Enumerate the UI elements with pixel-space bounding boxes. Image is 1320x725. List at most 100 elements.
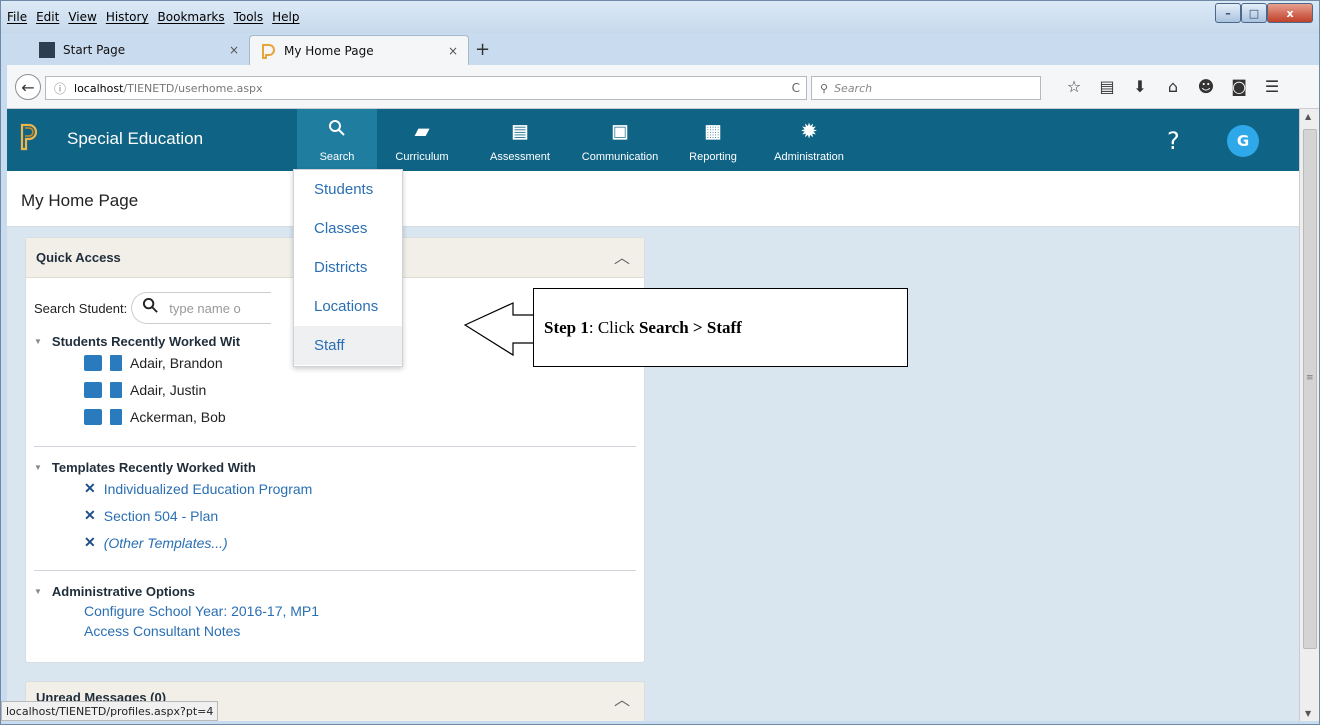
hamburger-menu-icon[interactable]: ☰ — [1263, 77, 1281, 96]
chat-icon[interactable]: ☻ — [1197, 77, 1215, 96]
reading-list-icon[interactable]: ▤ — [1098, 77, 1116, 96]
menu-item-locations[interactable]: Locations — [294, 287, 402, 326]
nav-assessment[interactable]: ▤ Assessment — [475, 109, 565, 171]
browser-search-input[interactable]: ⚲ Search — [811, 76, 1041, 100]
nav-label: Curriculum — [395, 151, 449, 163]
title-bar: File Edit View History Bookmarks Tools H… — [1, 1, 1319, 33]
menu-help[interactable]: Help — [272, 10, 299, 24]
id-card-icon[interactable] — [84, 354, 102, 371]
student-name[interactable]: Adair, Justin — [130, 382, 206, 398]
configure-school-year-link[interactable]: Configure School Year: 2016-17, MP1 — [84, 603, 638, 623]
gear-icon: ✹ — [801, 121, 817, 141]
template-link[interactable]: Individualized Education Program — [104, 481, 313, 497]
id-card-icon[interactable] — [84, 408, 102, 425]
section-title: Templates Recently Worked With — [51, 460, 256, 475]
home-icon[interactable]: ⌂ — [1164, 77, 1182, 96]
id-card-icon[interactable] — [84, 381, 102, 398]
nav-curriculum[interactable]: ▰ Curriculum — [379, 109, 465, 171]
menu-edit[interactable]: Edit — [36, 10, 59, 24]
chevron-up-icon[interactable]: ︿ — [614, 244, 630, 268]
templates-section-header[interactable]: ▼ Templates Recently Worked With — [34, 460, 638, 475]
avatar[interactable]: G — [1227, 125, 1259, 157]
search-icon — [142, 297, 159, 319]
nav-communication[interactable]: ▣ Communication — [567, 109, 673, 171]
nav-label: Search — [319, 151, 355, 163]
menu-item-districts[interactable]: Districts — [294, 248, 402, 287]
menu-item-staff[interactable]: Staff — [294, 326, 402, 365]
student-name[interactable]: Ackerman, Bob — [130, 409, 226, 425]
chevron-up-icon[interactable]: ︿ — [614, 686, 630, 710]
step-number: Step 1 — [544, 317, 589, 337]
tab-label: Start Page — [63, 43, 126, 57]
app-name[interactable]: Special Education — [67, 129, 203, 149]
status-bar: localhost/TIENETD/profiles.aspx?pt=4 — [1, 701, 219, 721]
nav-reporting[interactable]: ▦ Reporting — [681, 109, 745, 171]
admin-links: Configure School Year: 2016-17, MP1 Acce… — [84, 603, 638, 643]
menu-file[interactable]: File — [7, 10, 27, 24]
nav-label: Communication — [581, 151, 659, 163]
url-path: /TIENETD/userhome.aspx — [123, 81, 263, 95]
info-icon[interactable]: ⓘ — [54, 80, 66, 97]
annotation-arrow — [463, 302, 538, 357]
powerschool-tab-icon — [39, 42, 55, 58]
section-title: Administrative Options — [51, 584, 195, 599]
collapse-triangle-icon: ▼ — [34, 587, 42, 596]
toolbar-icons: ☆ ▤ ⬇ ⌂ ☻ ◙ ☰ — [1065, 77, 1281, 96]
collapse-triangle-icon: ▼ — [34, 337, 42, 346]
scroll-thumb[interactable] — [1303, 129, 1317, 649]
tab-label: My Home Page — [284, 43, 374, 58]
maximize-button[interactable]: □ — [1241, 3, 1267, 23]
pocket-icon[interactable]: ◙ — [1230, 77, 1248, 96]
document-icon[interactable] — [110, 381, 122, 398]
nav-label: Administration — [774, 151, 844, 163]
nav-search[interactable]: Search — [297, 109, 377, 171]
menu-item-students[interactable]: Students — [294, 170, 402, 209]
nav-label: Assessment — [490, 151, 550, 163]
menu-history[interactable]: History — [106, 10, 149, 24]
bookmark-star-icon[interactable]: ☆ — [1065, 77, 1083, 96]
scroll-up-icon[interactable]: ▲ — [1305, 112, 1311, 121]
scroll-grip-icon: ≡ — [1306, 373, 1314, 383]
menu-bookmarks[interactable]: Bookmarks — [158, 10, 225, 24]
admin-section-header[interactable]: ▼ Administrative Options — [34, 584, 638, 599]
download-icon[interactable]: ⬇ — [1131, 77, 1149, 96]
menu-view[interactable]: View — [68, 10, 96, 24]
student-search-input[interactable]: type name o — [131, 292, 272, 324]
app-header: Special Education Search ▰ Curriculum ▤ … — [7, 109, 1299, 171]
back-button[interactable]: ← — [15, 74, 41, 100]
url-field[interactable]: ⓘ localhost /TIENETD/userhome.aspx C — [45, 76, 807, 100]
tab-close-icon[interactable]: × — [229, 43, 239, 57]
tab-close-icon[interactable]: × — [448, 44, 458, 58]
list-item: Ackerman, Bob — [84, 403, 638, 430]
student-name[interactable]: Adair, Brandon — [130, 355, 223, 371]
tab-my-home-page[interactable]: My Home Page × — [249, 35, 469, 65]
page-viewport: Special Education Search ▰ Curriculum ▤ … — [7, 109, 1299, 721]
url-host: localhost — [74, 81, 124, 95]
consultant-notes-link[interactable]: Access Consultant Notes — [84, 623, 638, 643]
menu-tools[interactable]: Tools — [234, 10, 264, 24]
tools-icon: ✕ — [84, 507, 96, 523]
document-icon[interactable] — [110, 354, 122, 371]
minimize-button[interactable]: – — [1215, 3, 1241, 23]
close-window-button[interactable]: x — [1267, 3, 1313, 23]
templates-section: ▼ Templates Recently Worked With ✕ Indiv… — [34, 460, 638, 556]
message-icon: ▣ — [611, 121, 629, 141]
vertical-scrollbar[interactable]: ▲ ≡ ▼ — [1299, 109, 1319, 721]
new-tab-button[interactable]: + — [475, 39, 490, 60]
document-icon[interactable] — [110, 408, 122, 425]
scroll-down-icon[interactable]: ▼ — [1305, 709, 1311, 718]
search-placeholder: type name o — [169, 300, 241, 316]
template-link[interactable]: Section 504 - Plan — [104, 508, 218, 524]
divider — [34, 570, 636, 571]
powerschool-logo-icon — [20, 123, 38, 151]
template-link[interactable]: (Other Templates...) — [104, 535, 228, 551]
reload-icon[interactable]: C — [792, 81, 800, 95]
list-item: Adair, Justin — [84, 376, 638, 403]
search-dropdown-menu: Students Classes Districts Locations Sta… — [293, 169, 403, 367]
menu-item-classes[interactable]: Classes — [294, 209, 402, 248]
tools-icon: ✕ — [84, 480, 96, 496]
nav-administration[interactable]: ✹ Administration — [761, 109, 857, 171]
tools-icon: ✕ — [84, 534, 96, 550]
help-icon[interactable]: ? — [1167, 127, 1180, 155]
tab-start-page[interactable]: Start Page × — [29, 35, 249, 65]
